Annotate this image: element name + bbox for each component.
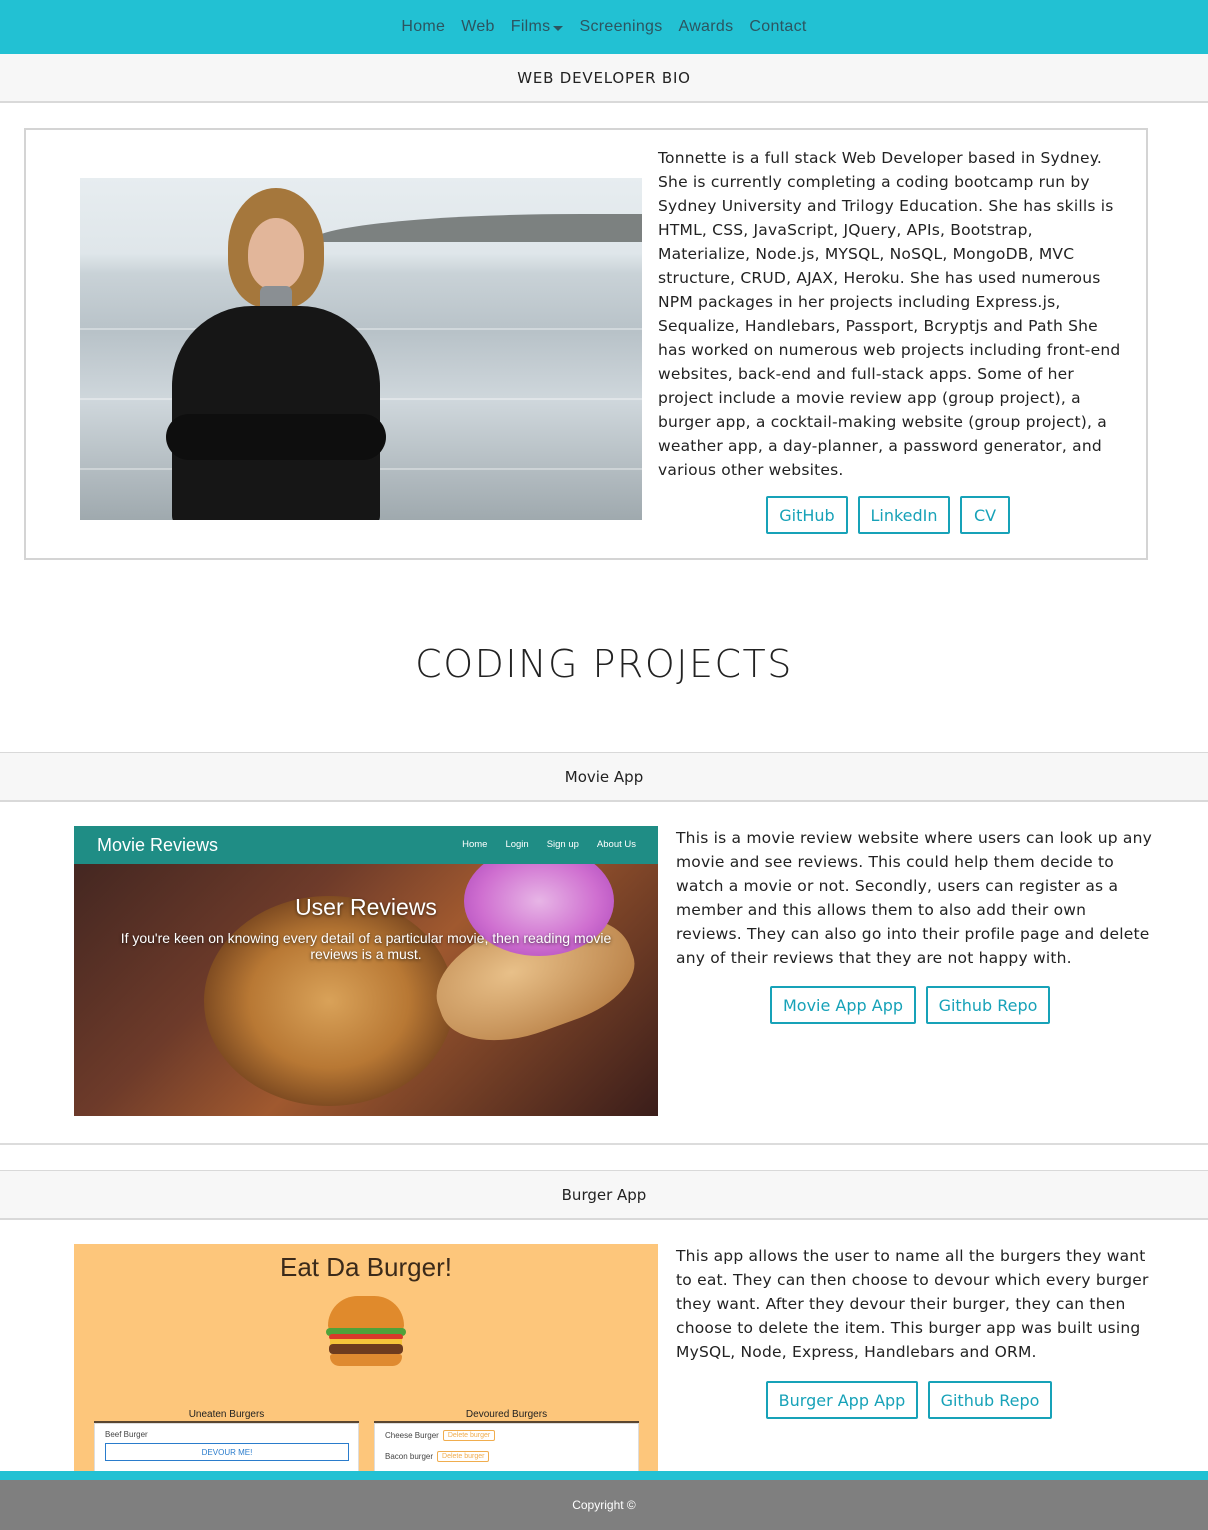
nav-films-label: Films [510, 18, 551, 35]
burger-app-description: This app allows the user to name all the… [676, 1247, 1149, 1361]
copyright-text: Copyright © [572, 1498, 636, 1512]
bio-text: Tonnette is a full stack Web Developer b… [658, 149, 1121, 479]
burger-icon [326, 1296, 406, 1368]
devoured-item: Bacon burger Delete burger [385, 1451, 628, 1462]
nav-screenings-label: Screenings [579, 18, 663, 35]
devoured-panel: Devoured Burgers Cheese Burger Delete bur… [374, 1409, 639, 1474]
uneaten-title: Uneaten Burgers [94, 1409, 359, 1423]
uneaten-panel: Uneaten Burgers Beef Burger DEVOUR ME! [94, 1409, 359, 1474]
burger-app-screenshot: Eat Da Burger! Uneaten Burgers Beef Burg… [74, 1244, 658, 1474]
nav-menu: Home Web Films Screenings Awards Contact [393, 18, 814, 36]
nav-item-films[interactable]: Films [503, 18, 572, 36]
uneaten-list: Beef Burger DEVOUR ME! [94, 1423, 359, 1474]
photo-arms [166, 414, 386, 460]
photo-body [172, 306, 380, 520]
cv-button[interactable]: CV [960, 496, 1010, 534]
section-divider [0, 1143, 1208, 1145]
burger-app-header: Burger App [0, 1170, 1208, 1220]
profile-photo [80, 178, 642, 520]
screenshot-link-home: Home [462, 839, 488, 850]
projects-title: CODING PROJECTS [415, 642, 793, 686]
dropdown-caret-icon [553, 25, 564, 31]
screenshot-lion [204, 896, 454, 1106]
screenshot-link-login: Login [505, 839, 529, 850]
footer: Copyright © [0, 1480, 1208, 1530]
footer-accent-bar [0, 1471, 1208, 1480]
screenshot-brand: Movie Reviews [97, 835, 219, 855]
screenshot-link-signup: Sign up [546, 839, 579, 850]
screenshot-link-about: About Us [596, 839, 636, 850]
burger-repo-button[interactable]: Github Repo [928, 1381, 1052, 1419]
screenshot-burger-title: Eat Da Burger! [280, 1252, 452, 1282]
devoured-title: Devoured Burgers [374, 1409, 639, 1423]
screenshot-navbar: Movie Reviews Home Login Sign up About U… [74, 826, 658, 864]
devoured-item-name: Cheese Burger [385, 1431, 439, 1440]
nav-contact-label: Contact [749, 18, 807, 35]
movie-app-description: This is a movie review website where use… [676, 829, 1152, 967]
linkedin-button[interactable]: LinkedIn [858, 496, 950, 534]
uneaten-item: Beef Burger [105, 1430, 148, 1439]
top-navbar: Home Web Films Screenings Awards Contact [0, 0, 1208, 54]
burger-app-button[interactable]: Burger App App [766, 1381, 918, 1419]
nav-item-awards[interactable]: Awards [671, 18, 742, 36]
nav-item-web[interactable]: Web [453, 18, 503, 36]
github-button[interactable]: GitHub [766, 496, 848, 534]
devoured-list: Cheese Burger Delete burger Bacon burger D… [374, 1423, 639, 1474]
movie-app-screenshot: Movie Reviews Home Login Sign up About U… [74, 826, 658, 1116]
screenshot-hero-subtitle: If you're keen on knowing every detail o… [120, 930, 612, 962]
movie-app-button[interactable]: Movie App App [770, 986, 916, 1024]
screenshot-nav-links: Home Login Sign up About Us [462, 839, 636, 850]
nav-awards-label: Awards [678, 18, 734, 35]
nav-item-screenings[interactable]: Screenings [571, 18, 670, 36]
devoured-item: Cheese Burger Delete burger [385, 1430, 628, 1441]
bio-header: WEB DEVELOPER BIO [0, 54, 1208, 103]
nav-item-home[interactable]: Home [393, 18, 453, 36]
screenshot-hero-title: User Reviews [295, 894, 437, 920]
devour-button: DEVOUR ME! [105, 1443, 349, 1461]
movie-repo-button[interactable]: Github Repo [926, 986, 1050, 1024]
movie-app-header: Movie App [0, 752, 1208, 802]
delete-burger-button: Delete burger [437, 1451, 490, 1462]
nav-item-contact[interactable]: Contact [741, 18, 814, 36]
photo-headland [310, 214, 642, 242]
photo-face [248, 218, 304, 290]
nav-web-label: Web [461, 18, 495, 35]
delete-burger-button: Delete burger [442, 1430, 496, 1441]
photo-wave [80, 328, 642, 330]
bio-card: Tonnette is a full stack Web Developer b… [24, 128, 1148, 560]
nav-home-label: Home [401, 18, 446, 35]
devoured-item-name: Bacon burger [385, 1452, 434, 1461]
